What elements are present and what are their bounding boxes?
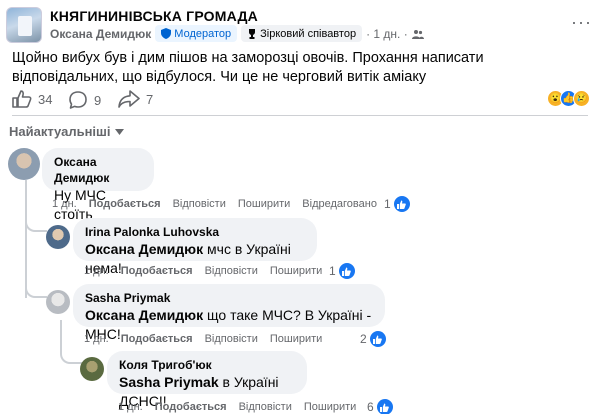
group-visibility-icon: [411, 29, 424, 39]
reaction-number: 1: [329, 264, 336, 278]
comment-icon: [69, 91, 87, 109]
share-button[interactable]: Поширити: [270, 265, 322, 277]
sort-label: Найактуальніші: [9, 124, 111, 139]
chevron-down-icon: [114, 128, 124, 135]
share-button[interactable]: Поширити: [238, 198, 290, 210]
comment-author[interactable]: Коля Тригоб'юк: [119, 357, 295, 373]
share-stat[interactable]: 7: [118, 90, 153, 108]
like-button[interactable]: Подобається: [121, 265, 193, 277]
comment-reaction-count[interactable]: 1: [384, 196, 410, 212]
thread-connector: [60, 346, 82, 364]
like-stat[interactable]: 34: [12, 90, 52, 108]
comment-author[interactable]: Оксана Демидюк: [54, 154, 142, 186]
moderator-badge[interactable]: Модератор: [155, 25, 238, 42]
share-button[interactable]: Поширити: [270, 333, 322, 345]
mention-link[interactable]: Sasha Priymak: [119, 374, 219, 390]
post-author-line: Оксана Демидюк Модератор Зірковий співав…: [50, 25, 424, 42]
comment-time[interactable]: 1 дн.: [118, 401, 143, 413]
mention-link[interactable]: Оксана Демидюк: [85, 241, 203, 257]
comment-actions: 1 дн. Подобається Відповісти Поширити: [84, 333, 334, 345]
like-reaction-icon: [369, 331, 386, 347]
more-options-icon[interactable]: ···: [571, 12, 592, 33]
reply-button[interactable]: Відповісти: [205, 333, 258, 345]
post-author[interactable]: Оксана Демидюк: [50, 27, 151, 41]
group-avatar[interactable]: [6, 7, 42, 43]
comment-actions: 1 дн. Подобається Відповісти Поширити Ві…: [52, 198, 389, 210]
reply-button[interactable]: Відповісти: [239, 401, 292, 413]
sad-reaction-icon: 😢: [573, 90, 590, 107]
comment-stat[interactable]: 9: [68, 90, 101, 110]
thread-connector: [25, 214, 47, 232]
like-button[interactable]: Подобається: [121, 333, 193, 345]
like-reaction-icon: [338, 263, 355, 279]
reaction-icons[interactable]: 😮 👍 😢: [547, 90, 590, 107]
thread-connector: [25, 280, 47, 298]
comment-bubble: Irina Palonka Luhovska Оксана Демидюк мч…: [73, 218, 317, 276]
reply-button[interactable]: Відповісти: [205, 265, 258, 277]
star-contributor-badge[interactable]: Зірковий співавтор: [241, 25, 363, 42]
comment-avatar[interactable]: [8, 148, 40, 180]
comment-avatar[interactable]: [46, 225, 70, 249]
like-reaction-icon: [376, 399, 393, 414]
comment-reaction-count[interactable]: 6: [367, 399, 393, 414]
like-button[interactable]: Подобається: [155, 401, 227, 413]
comment-actions: 1 дн. Подобається Відповісти Поширити: [84, 265, 334, 277]
reaction-number: 1: [384, 197, 391, 211]
comment-reaction-count[interactable]: 2: [360, 331, 386, 347]
comment-author[interactable]: Irina Palonka Luhovska: [85, 224, 305, 240]
comment-reaction-count[interactable]: 1: [329, 263, 355, 279]
comment-time[interactable]: 1 дн.: [52, 198, 77, 210]
trophy-icon: [249, 28, 256, 39]
mention-link[interactable]: Оксана Демидюк: [85, 307, 203, 323]
sort-comments[interactable]: Найактуальніші: [9, 124, 124, 139]
moderator-label: Модератор: [174, 27, 232, 40]
comment-count: 9: [94, 92, 102, 108]
comment-actions: 1 дн. Подобається Відповісти Поширити: [118, 401, 368, 413]
reaction-number: 2: [360, 332, 367, 346]
comment-avatar[interactable]: [46, 290, 70, 314]
comment-bubble: Оксана Демидюк Ну МЧС стоїть: [42, 148, 154, 222]
reaction-number: 6: [367, 400, 374, 414]
like-reaction-icon: [393, 196, 410, 212]
divider: [12, 115, 588, 116]
group-name[interactable]: КНЯГИНИНІВСЬКА ГРОМАДА: [50, 8, 258, 24]
reply-button[interactable]: Відповісти: [173, 198, 226, 210]
star-contributor-label: Зірковий співавтор: [260, 27, 357, 40]
comment-time[interactable]: 1 дн.: [84, 333, 109, 345]
edited-label: Відредаговано: [302, 198, 377, 210]
comment-author[interactable]: Sasha Priymak: [85, 290, 373, 306]
like-count: 34: [38, 91, 53, 107]
like-button[interactable]: Подобається: [89, 198, 161, 210]
comment-time[interactable]: 1 дн.: [84, 265, 109, 277]
comment-bubble: Коля Тригоб'юк Sasha Priymak в Україні Д…: [107, 351, 307, 409]
share-count: 7: [146, 91, 154, 107]
thumbs-up-icon: [12, 90, 32, 108]
post-text: Щойно вибух був і дим пішов на заморозці…: [12, 50, 484, 85]
post-time[interactable]: · 1 дн. ·: [366, 27, 408, 41]
comment-bubble: Sasha Priymak Оксана Демидюк що таке МЧС…: [73, 284, 385, 342]
thread-line: [60, 320, 62, 348]
share-icon: [118, 90, 140, 108]
comment-avatar[interactable]: [80, 357, 104, 381]
shield-icon: [161, 28, 172, 39]
share-button[interactable]: Поширити: [304, 401, 356, 413]
